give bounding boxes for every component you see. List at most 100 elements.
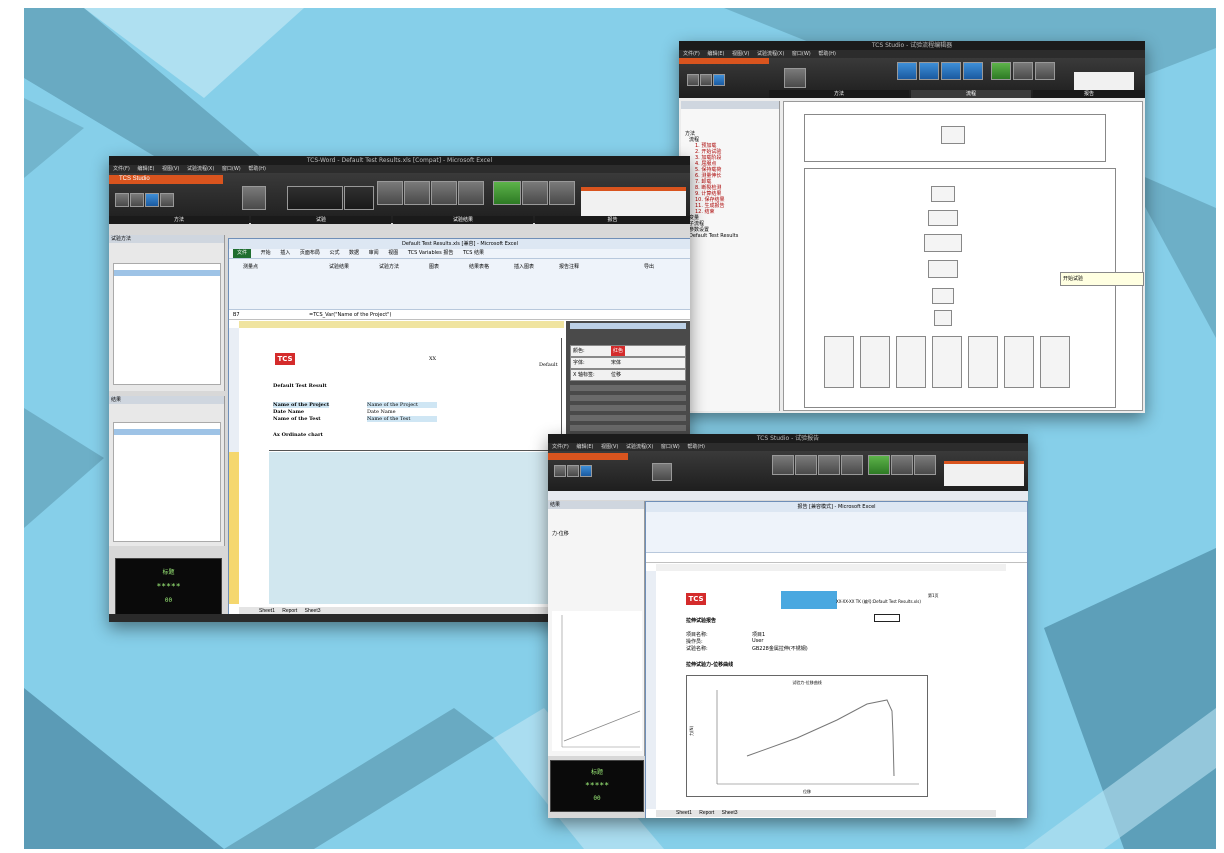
results-list[interactable] bbox=[113, 422, 221, 542]
start-button[interactable] bbox=[784, 68, 806, 88]
method-list[interactable] bbox=[113, 263, 221, 385]
menu-help[interactable]: 帮助(H) bbox=[248, 166, 266, 172]
limit-button[interactable] bbox=[344, 186, 374, 210]
ribbon-results-table[interactable]: 结果表格 bbox=[469, 263, 489, 270]
new-test-button[interactable] bbox=[687, 74, 699, 86]
ribbon-chart[interactable]: 图表 bbox=[429, 263, 439, 270]
tree-item[interactable]: Default Test Results bbox=[685, 233, 738, 239]
mode-button-2[interactable] bbox=[795, 455, 817, 475]
mode-button-1[interactable] bbox=[377, 181, 403, 205]
app-tab[interactable]: TCS Studio bbox=[109, 175, 223, 184]
stop-button[interactable] bbox=[914, 455, 936, 475]
stop-button[interactable] bbox=[549, 181, 575, 205]
ribbon-test-method[interactable]: 试验方法 bbox=[379, 263, 399, 270]
tab-tcs-results[interactable]: TCS 结果 bbox=[463, 249, 484, 258]
start-button[interactable] bbox=[652, 463, 672, 481]
flow-branch[interactable] bbox=[968, 336, 998, 388]
flow-step-button-2[interactable] bbox=[919, 62, 939, 80]
run-button[interactable] bbox=[991, 62, 1011, 80]
mode-button-3[interactable] bbox=[818, 455, 840, 475]
app-tab[interactable] bbox=[679, 58, 769, 64]
prop-value[interactable]: 红色 bbox=[611, 346, 626, 356]
sheet-tab[interactable]: Report bbox=[699, 810, 714, 816]
pause-button[interactable] bbox=[522, 181, 548, 205]
formula-bar[interactable]: B7 =TCS_Var("Name of the Project") bbox=[229, 311, 690, 320]
report-sheet[interactable]: TCS XX-XX-XX TK (编号:Default Test Results… bbox=[656, 571, 1006, 809]
menu-flow[interactable]: 试验流程(X) bbox=[626, 444, 653, 450]
flow-branch[interactable] bbox=[1040, 336, 1070, 388]
menu-flow[interactable]: 试验流程(X) bbox=[757, 51, 784, 57]
new-test-button[interactable] bbox=[115, 193, 129, 207]
menu-window[interactable]: 窗口(W) bbox=[792, 51, 811, 57]
ribbon-report-note[interactable]: 报告注释 bbox=[559, 263, 579, 270]
menu-file[interactable]: 文件(F) bbox=[113, 166, 130, 172]
menu-edit[interactable]: 编辑(E) bbox=[137, 166, 154, 172]
props-section[interactable] bbox=[570, 385, 686, 391]
menu-file[interactable]: 文件(F) bbox=[552, 444, 569, 450]
mode-button-2[interactable] bbox=[404, 181, 430, 205]
run-button[interactable] bbox=[493, 181, 521, 205]
zero-button[interactable] bbox=[287, 186, 343, 210]
formula-bar[interactable] bbox=[646, 554, 1027, 563]
name-box[interactable]: B7 bbox=[233, 311, 240, 319]
tab-home[interactable]: 开始 bbox=[261, 249, 271, 258]
save-button[interactable] bbox=[580, 465, 592, 477]
flow-step[interactable] bbox=[941, 126, 965, 144]
menu-edit[interactable]: 编辑(E) bbox=[707, 51, 724, 57]
tab-data[interactable]: 数据 bbox=[349, 249, 359, 258]
flow-step-button-4[interactable] bbox=[963, 62, 983, 80]
menu-view[interactable]: 视图(V) bbox=[601, 444, 618, 450]
props-section[interactable] bbox=[570, 425, 686, 431]
flow-step[interactable] bbox=[928, 210, 958, 226]
report-sheet[interactable]: TCS XX Default Default Test Result Name … bbox=[239, 328, 564, 604]
props-section[interactable] bbox=[570, 415, 686, 421]
section-report[interactable]: 报告 bbox=[535, 216, 690, 224]
props-section[interactable] bbox=[570, 395, 686, 401]
menu-help[interactable]: 帮助(H) bbox=[818, 51, 836, 57]
mode-button-1[interactable] bbox=[772, 455, 794, 475]
open-button[interactable] bbox=[130, 193, 144, 207]
tab-insert[interactable]: 插入 bbox=[280, 249, 290, 258]
mode-button-4[interactable] bbox=[458, 181, 484, 205]
menu-edit[interactable]: 编辑(E) bbox=[576, 444, 593, 450]
list-item[interactable] bbox=[114, 270, 220, 276]
ribbon-export[interactable]: 导出 bbox=[644, 263, 654, 270]
print-button[interactable] bbox=[160, 193, 174, 207]
flow-step[interactable] bbox=[932, 288, 954, 304]
section-flow[interactable]: 流程 bbox=[911, 90, 1031, 98]
pause-button[interactable] bbox=[1013, 62, 1033, 80]
tab-tcs-variables[interactable]: TCS Variables 报告 bbox=[408, 249, 453, 258]
flow-step[interactable] bbox=[931, 186, 955, 202]
menu-file[interactable]: 文件(F) bbox=[683, 51, 700, 57]
section-report[interactable]: 报告 bbox=[1033, 90, 1145, 98]
flow-step[interactable] bbox=[928, 260, 958, 278]
menu-flow[interactable]: 试验流程(X) bbox=[187, 166, 214, 172]
menu-window[interactable]: 窗口(W) bbox=[661, 444, 680, 450]
stop-button[interactable] bbox=[1035, 62, 1055, 80]
prop-value[interactable]: 宋体 bbox=[611, 358, 621, 368]
save-button[interactable] bbox=[145, 193, 159, 207]
props-section[interactable] bbox=[570, 405, 686, 411]
section-test[interactable]: 试验 bbox=[251, 216, 391, 224]
mode-button-3[interactable] bbox=[431, 181, 457, 205]
menu-view[interactable]: 视图(V) bbox=[162, 166, 179, 172]
open-button[interactable] bbox=[567, 465, 579, 477]
new-test-button[interactable] bbox=[554, 465, 566, 477]
formula-text[interactable]: =TCS_Var("Name of the Project") bbox=[309, 311, 391, 319]
start-button[interactable] bbox=[242, 186, 266, 210]
tab-view[interactable]: 视图 bbox=[388, 249, 398, 258]
ribbon-measure-point[interactable]: 测量点 bbox=[243, 263, 258, 270]
flow-step-button-1[interactable] bbox=[897, 62, 917, 80]
section-results[interactable]: 试验结果 bbox=[393, 216, 533, 224]
sheet-tab[interactable]: Sheet1 bbox=[676, 810, 692, 816]
selected-cell[interactable] bbox=[874, 614, 900, 622]
app-tab[interactable] bbox=[548, 453, 628, 460]
sheet-tab[interactable]: Sheet3 bbox=[722, 810, 738, 816]
ribbon-test-results[interactable]: 试验结果 bbox=[329, 263, 349, 270]
tab-formulas[interactable]: 公式 bbox=[329, 249, 339, 258]
prop-x-axis[interactable]: X 轴标签: 位移 bbox=[570, 369, 686, 381]
flow-branch[interactable] bbox=[1004, 336, 1034, 388]
list-item[interactable]: 力-位移 bbox=[552, 531, 569, 537]
open-button[interactable] bbox=[700, 74, 712, 86]
prop-font[interactable]: 字体: 宋体 bbox=[570, 357, 686, 369]
